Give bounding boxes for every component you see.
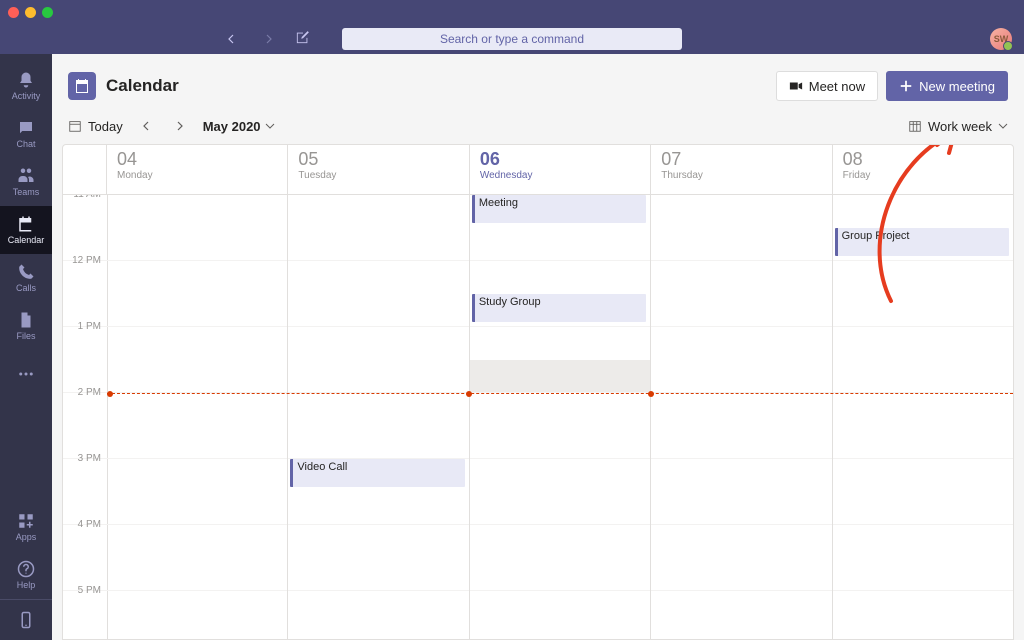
sidebar-item-calendar[interactable]: Calendar bbox=[0, 206, 52, 254]
month-picker[interactable]: May 2020 bbox=[203, 119, 275, 134]
calendar-content: Calendar Meet now New meeting Today bbox=[52, 54, 1024, 640]
day-header-thu[interactable]: 07Thursday bbox=[651, 145, 832, 194]
day-col-mon[interactable] bbox=[107, 195, 288, 639]
window-titlebar bbox=[0, 0, 1024, 24]
calendar-icon bbox=[68, 72, 96, 100]
page-title: Calendar bbox=[106, 76, 179, 96]
day-col-fri[interactable]: Group Project bbox=[833, 195, 1013, 639]
sidebar-item-apps[interactable]: Apps bbox=[0, 503, 52, 551]
event-study-group[interactable]: Study Group bbox=[472, 294, 646, 322]
day-header-wed[interactable]: 06Wednesday bbox=[470, 145, 651, 194]
event-video-call[interactable]: Video Call bbox=[290, 459, 464, 487]
sidebar-label: Activity bbox=[12, 91, 41, 101]
tentative-block[interactable] bbox=[470, 360, 650, 392]
calendar-small-icon bbox=[908, 119, 922, 133]
sidebar-item-teams[interactable]: Teams bbox=[0, 158, 52, 206]
meet-now-button[interactable]: Meet now bbox=[776, 71, 878, 101]
sidebar-label: Files bbox=[16, 331, 35, 341]
sidebar-item-activity[interactable]: Activity bbox=[0, 62, 52, 110]
forward-button[interactable] bbox=[258, 28, 280, 50]
hour-label: 12 PM bbox=[63, 255, 107, 266]
compose-icon[interactable] bbox=[296, 30, 310, 49]
new-meeting-button[interactable]: New meeting bbox=[886, 71, 1008, 101]
next-week-button[interactable] bbox=[169, 115, 191, 137]
hour-label: 11 AM bbox=[63, 195, 107, 200]
avatar[interactable]: SW bbox=[990, 28, 1012, 50]
sidebar-more-button[interactable] bbox=[0, 350, 52, 398]
day-header-tue[interactable]: 05Tuesday bbox=[288, 145, 469, 194]
event-group-project[interactable]: Group Project bbox=[835, 228, 1009, 256]
minimize-window-button[interactable] bbox=[25, 7, 36, 18]
sidebar-item-chat[interactable]: Chat bbox=[0, 110, 52, 158]
hour-label: 1 PM bbox=[63, 321, 107, 332]
sidebar-label: Apps bbox=[16, 532, 37, 542]
search-input[interactable]: Search or type a command bbox=[342, 28, 682, 50]
today-button[interactable]: Today bbox=[68, 119, 123, 134]
hour-label: 5 PM bbox=[63, 585, 107, 596]
sidebar-item-calls[interactable]: Calls bbox=[0, 254, 52, 302]
sidebar-item-mobile[interactable] bbox=[0, 600, 52, 640]
app-sidebar: Activity Chat Teams Calendar Calls Files bbox=[0, 54, 52, 640]
day-header-mon[interactable]: 04Monday bbox=[107, 145, 288, 194]
sidebar-label: Teams bbox=[13, 187, 40, 197]
hour-label: 3 PM bbox=[63, 453, 107, 464]
maximize-window-button[interactable] bbox=[42, 7, 53, 18]
video-icon bbox=[789, 79, 803, 93]
plus-icon bbox=[899, 79, 913, 93]
sidebar-label: Calendar bbox=[8, 235, 45, 245]
day-header-fri[interactable]: 08Friday bbox=[833, 145, 1013, 194]
calendar-grid: 04Monday 05Tuesday 06Wednesday 07Thursda… bbox=[62, 144, 1014, 640]
prev-week-button[interactable] bbox=[135, 115, 157, 137]
chevron-down-icon bbox=[998, 121, 1008, 131]
sidebar-item-files[interactable]: Files bbox=[0, 302, 52, 350]
calendar-small-icon bbox=[68, 119, 82, 133]
event-meeting[interactable]: Meeting bbox=[472, 195, 646, 223]
view-selector[interactable]: Work week bbox=[908, 119, 1008, 134]
sidebar-label: Help bbox=[17, 580, 36, 590]
day-col-wed[interactable]: Meeting Study Group bbox=[470, 195, 651, 639]
current-time-indicator bbox=[107, 393, 1013, 394]
hour-label: 2 PM bbox=[63, 387, 107, 398]
day-col-thu[interactable] bbox=[651, 195, 832, 639]
sidebar-label: Calls bbox=[16, 283, 36, 293]
sidebar-item-help[interactable]: Help bbox=[0, 551, 52, 599]
hour-label: 4 PM bbox=[63, 519, 107, 530]
day-col-tue[interactable]: Video Call bbox=[288, 195, 469, 639]
close-window-button[interactable] bbox=[8, 7, 19, 18]
top-bar: Search or type a command SW bbox=[0, 24, 1024, 54]
sidebar-label: Chat bbox=[16, 139, 35, 149]
back-button[interactable] bbox=[220, 28, 242, 50]
chevron-down-icon bbox=[265, 121, 275, 131]
